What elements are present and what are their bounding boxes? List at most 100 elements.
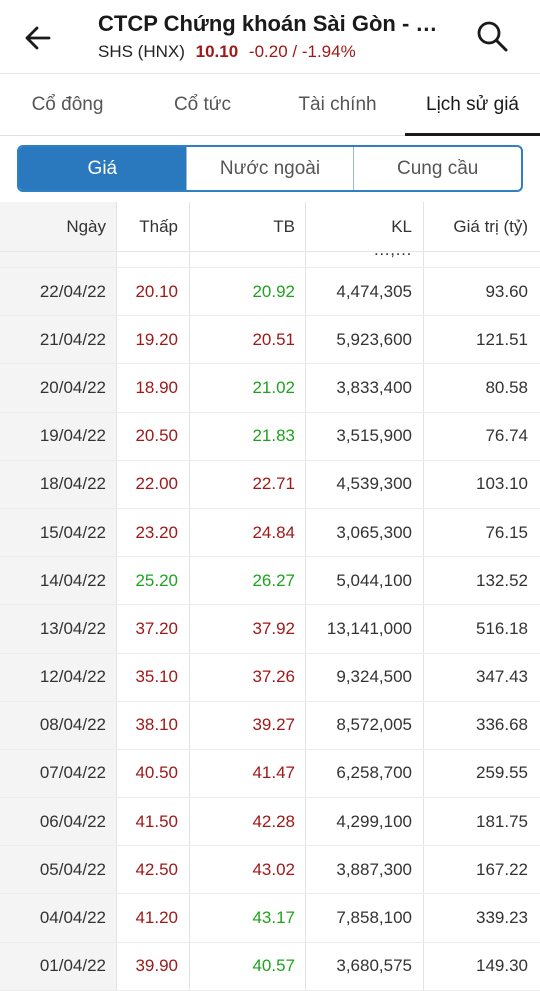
table-row[interactable]: 15/04/22 23.20 24.84 3,065,300 76.15 — [0, 509, 540, 558]
cell-value: 76.15 — [485, 522, 528, 542]
cell-avg: 42.28 — [252, 811, 295, 831]
cell-volume: 5,923,600 — [336, 329, 412, 349]
search-button[interactable] — [472, 16, 512, 56]
cell-low: 37.20 — [135, 618, 178, 638]
cell-value: 516.18 — [476, 618, 528, 638]
table-row[interactable]: 20/04/22 18.90 21.02 3,833,400 80.58 — [0, 364, 540, 413]
cell-value: 76.74 — [485, 426, 528, 446]
cell-avg: 43.02 — [252, 859, 295, 879]
cell-value: 93.60 — [485, 281, 528, 301]
row-container: 22/04/22 20.10 20.92 4,474,305 93.60 21/04/22… — [0, 268, 540, 991]
table-row[interactable]: 21/04/22 19.20 20.51 5,923,600 121.51 — [0, 316, 540, 365]
cell-avg: 22.71 — [252, 474, 295, 494]
cell-volume: 7,858,100 — [336, 908, 412, 928]
table-row[interactable]: 08/04/22 38.10 39.27 8,572,005 336.68 — [0, 702, 540, 750]
table-body: …,… 22/04/22 20.10 20.92 4,474,305 93.60 21/0… — [0, 252, 540, 991]
cell-value: 121.51 — [476, 329, 528, 349]
cell-value: 181.75 — [476, 811, 528, 831]
table-row[interactable]: 07/04/22 40.50 41.47 6,258,700 259.55 — [0, 750, 540, 799]
cell-avg: 20.51 — [252, 329, 295, 349]
cell-avg: 21.02 — [252, 377, 295, 397]
partial-row-volume: …,… — [305, 252, 412, 260]
cell-low: 42.50 — [135, 859, 178, 879]
app-header: CTCP Chứng khoán Sài Gòn - Hà Nội SHS (H… — [0, 0, 540, 74]
cell-low: 35.10 — [135, 667, 178, 687]
cell-avg: 43.17 — [252, 908, 295, 928]
stock-change: -0.20 / -1.94% — [248, 42, 356, 61]
cell-date: 06/04/22 — [39, 811, 106, 831]
search-icon — [477, 21, 508, 52]
header-avg[interactable]: TB — [189, 202, 295, 252]
cell-low: 41.20 — [135, 908, 178, 928]
cell-low: 23.20 — [135, 522, 178, 542]
cell-avg: 37.92 — [252, 618, 295, 638]
cell-low: 18.90 — [135, 377, 178, 397]
segment-nuoc-ngoai[interactable]: Nước ngoài — [185, 147, 354, 190]
cell-value: 167.22 — [476, 859, 528, 879]
stock-symbol: SHS (HNX) — [98, 42, 185, 61]
segment-wrapper: Giá Nước ngoài Cung cầu — [0, 136, 540, 202]
cell-date: 05/04/22 — [39, 859, 106, 879]
cell-avg: 24.84 — [252, 522, 295, 542]
header-low[interactable]: Thấp — [116, 202, 178, 252]
cell-low: 22.00 — [135, 474, 178, 494]
cell-date: 19/04/22 — [39, 426, 106, 446]
cell-date: 04/04/22 — [39, 908, 106, 928]
cell-date: 15/04/22 — [39, 522, 106, 542]
cell-date: 18/04/22 — [39, 474, 106, 494]
page-title: CTCP Chứng khoán Sài Gòn - Hà Nội — [98, 11, 446, 36]
table-row[interactable]: 22/04/22 20.10 20.92 4,474,305 93.60 — [0, 268, 540, 317]
header-date[interactable]: Ngày — [0, 202, 106, 252]
cell-low: 20.50 — [135, 426, 178, 446]
cell-volume: 9,324,500 — [336, 667, 412, 687]
cell-low: 41.50 — [135, 811, 178, 831]
tab-tai-chinh[interactable]: Tài chính — [270, 74, 405, 135]
cell-avg: 37.26 — [252, 667, 295, 687]
cell-volume: 5,044,100 — [336, 570, 412, 590]
cell-date: 07/04/22 — [39, 763, 106, 783]
cell-avg: 21.83 — [252, 426, 295, 446]
header-value[interactable]: Giá trị (tỷ) — [423, 202, 528, 252]
cell-value: 336.68 — [476, 715, 528, 735]
partial-row: …,… — [0, 252, 540, 268]
tab-co-tuc[interactable]: Cổ tức — [135, 74, 270, 135]
cell-low: 40.50 — [135, 763, 178, 783]
cell-value: 80.58 — [485, 377, 528, 397]
cell-date: 08/04/22 — [39, 715, 106, 735]
tab-co-dong[interactable]: Cổ đông — [0, 74, 135, 135]
table-row[interactable]: 12/04/22 35.10 37.26 9,324,500 347.43 — [0, 654, 540, 702]
cell-avg: 41.47 — [252, 763, 295, 783]
table-row[interactable]: 19/04/22 20.50 21.83 3,515,900 76.74 — [0, 413, 540, 461]
table-header: Ngày Thấp TB KL Giá trị (tỷ) — [0, 202, 540, 252]
table-row[interactable]: 04/04/22 41.20 43.17 7,858,100 339.23 — [0, 894, 540, 943]
back-button[interactable] — [20, 20, 56, 56]
cell-volume: 6,258,700 — [336, 763, 412, 783]
cell-value: 103.10 — [476, 474, 528, 494]
table-row[interactable]: 06/04/22 41.50 42.28 4,299,100 181.75 — [0, 798, 540, 847]
cell-volume: 8,572,005 — [336, 715, 412, 735]
header-volume[interactable]: KL — [305, 202, 412, 252]
table-row[interactable]: 01/04/22 39.90 40.57 3,680,575 149.30 — [0, 943, 540, 991]
cell-low: 20.10 — [135, 281, 178, 301]
cell-volume: 3,065,300 — [336, 522, 412, 542]
cell-value: 347.43 — [476, 667, 528, 687]
cell-volume: 13,141,000 — [326, 618, 412, 638]
cell-volume: 4,474,305 — [336, 281, 412, 301]
cell-volume: 3,680,575 — [336, 956, 412, 976]
segment-gia[interactable]: Giá — [19, 147, 186, 190]
tab-lich-su-gia[interactable]: Lịch sử giá — [405, 74, 540, 136]
cell-avg: 20.92 — [252, 281, 295, 301]
cell-avg: 26.27 — [252, 570, 295, 590]
table-row[interactable]: 18/04/22 22.00 22.71 4,539,300 103.10 — [0, 461, 540, 509]
table-row[interactable]: 14/04/22 25.20 26.27 5,044,100 132.52 — [0, 557, 540, 606]
segment-cung-cau[interactable]: Cung cầu — [353, 147, 521, 190]
table-row[interactable]: 13/04/22 37.20 37.92 13,141,000 516.18 — [0, 605, 540, 654]
table-row[interactable]: 05/04/22 42.50 43.02 3,887,300 167.22 — [0, 846, 540, 895]
cell-low: 39.90 — [135, 956, 178, 976]
tab-bar: Cổ đông Cổ tức Tài chính Lịch sử giá — [0, 74, 540, 136]
cell-volume: 3,887,300 — [336, 859, 412, 879]
cell-volume: 4,539,300 — [336, 474, 412, 494]
cell-low: 38.10 — [135, 715, 178, 735]
cell-volume: 4,299,100 — [336, 811, 412, 831]
cell-date: 12/04/22 — [39, 667, 106, 687]
